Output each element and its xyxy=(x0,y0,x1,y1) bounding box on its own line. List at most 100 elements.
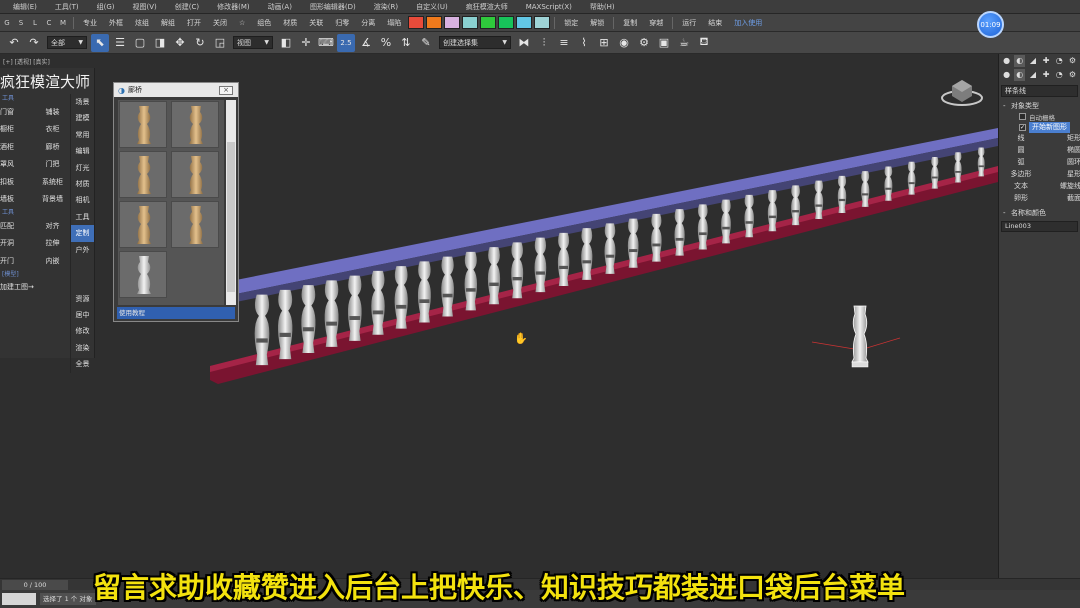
render-frame-icon[interactable]: ▣ xyxy=(655,34,673,52)
rect-selection-icon[interactable]: ▢ xyxy=(131,34,149,52)
window-crossing-icon[interactable]: ◨ xyxy=(151,34,169,52)
category-tab[interactable]: 修改 xyxy=(71,323,94,339)
quick-letter-c[interactable]: C xyxy=(42,19,56,27)
select-object-icon[interactable]: ⬉ xyxy=(91,33,109,52)
quick-btn-d0[interactable]: 复制 xyxy=(617,18,643,28)
join-link[interactable]: 加入使用 xyxy=(728,18,768,28)
category-tab-icon[interactable]: ◢ xyxy=(1027,69,1038,81)
shape-button[interactable]: 线 xyxy=(1001,133,1041,144)
color-swatch-1[interactable] xyxy=(426,16,443,29)
menu-item-7[interactable]: 图形编辑器(D) xyxy=(301,0,365,14)
view-cube[interactable] xyxy=(941,80,983,106)
tool-button[interactable]: 门窗 xyxy=(0,107,35,117)
scrollbar-thumb[interactable] xyxy=(227,142,235,292)
panel-tab-icon[interactable]: ◐ xyxy=(1014,55,1026,67)
menu-item-2[interactable]: 组(G) xyxy=(88,0,124,14)
pivot-icon[interactable]: ◧ xyxy=(277,34,295,52)
panel-tab-icon[interactable]: ✚ xyxy=(1041,55,1052,67)
shape-button[interactable]: 卵形 xyxy=(1001,193,1041,204)
named-selection-dropdown[interactable]: 创建选择集 ▼ xyxy=(439,36,511,49)
manipulate-icon[interactable]: ✛ xyxy=(297,34,315,52)
quick-btn-a3[interactable]: 解组 xyxy=(155,18,181,28)
category-tab[interactable]: 资源 xyxy=(71,291,94,307)
baluster-thumbnail[interactable] xyxy=(119,151,167,198)
auto-grid-checkbox[interactable]: 自动栅格 xyxy=(999,111,1080,122)
panel-tab-icon[interactable]: ● xyxy=(1001,55,1012,67)
shape-button[interactable]: 星形 xyxy=(1041,169,1080,180)
tool-button[interactable]: 对齐 xyxy=(35,221,70,231)
tool-button[interactable]: 罩风 xyxy=(0,159,35,169)
color-swatch-4[interactable] xyxy=(480,16,497,29)
category-tab[interactable]: 材质 xyxy=(71,176,94,192)
edit-named-sets-icon[interactable]: ✎ xyxy=(417,34,435,52)
viewport-label[interactable]: [+] [透视] [真实] xyxy=(3,57,50,66)
tool-button[interactable]: 内嵌 xyxy=(35,256,70,266)
menu-item-6[interactable]: 动画(A) xyxy=(259,0,301,14)
category-tab-icon[interactable]: ◔ xyxy=(1054,69,1065,81)
name-color-rollout[interactable]: - 名称和颜色 xyxy=(999,208,1080,218)
quick-letter-g[interactable]: G xyxy=(0,19,14,27)
shape-button[interactable]: 弧 xyxy=(1001,157,1041,168)
menu-item-10[interactable]: 疯狂模渲大师 xyxy=(457,0,517,14)
quick-btn-e0[interactable]: 运行 xyxy=(676,18,702,28)
shape-button[interactable]: 截面 xyxy=(1041,193,1080,204)
tool-button[interactable]: 衣柜 xyxy=(35,124,70,134)
menu-item-9[interactable]: 自定义(U) xyxy=(407,0,457,14)
percent-snap-icon[interactable]: % xyxy=(377,34,395,52)
menu-item-1[interactable]: 工具(T) xyxy=(46,0,88,14)
tool-button[interactable]: 背景墙 xyxy=(35,194,70,204)
material-editor-icon[interactable]: ◉ xyxy=(615,34,633,52)
shape-type-dropdown[interactable]: 样条线 xyxy=(1001,85,1078,97)
curve-editor-icon[interactable]: ⌇ xyxy=(575,34,593,52)
tool-button[interactable]: 拉伸 xyxy=(35,238,70,248)
render-production-icon[interactable]: ⛾ xyxy=(695,34,713,52)
dialog-scrollbar[interactable] xyxy=(226,100,236,305)
tool-button[interactable]: 系统柜 xyxy=(35,177,70,187)
baluster-thumbnail[interactable] xyxy=(119,101,167,148)
quick-btn-a0[interactable]: 专业 xyxy=(77,18,103,28)
tool-button[interactable]: 墙板 xyxy=(0,194,35,204)
color-swatch-2[interactable] xyxy=(444,16,461,29)
render-icon[interactable]: ☕ xyxy=(675,34,693,52)
category-tab[interactable]: 工具 xyxy=(71,209,94,225)
quick-btn-d1[interactable]: 穿越 xyxy=(643,18,669,28)
construction-drawing-link[interactable]: 加建工图→ xyxy=(0,279,70,295)
snap-toggle-icon[interactable]: 2.5 xyxy=(337,33,355,52)
quick-btn-e1[interactable]: 结束 xyxy=(702,18,728,28)
menu-item-0[interactable]: 编辑(E) xyxy=(4,0,46,14)
menu-item-4[interactable]: 创建(C) xyxy=(166,0,208,14)
color-swatch-3[interactable] xyxy=(462,16,479,29)
scale-icon[interactable]: ◲ xyxy=(211,34,229,52)
panel-tab-icon[interactable]: ◢ xyxy=(1027,55,1038,67)
color-swatch-7[interactable] xyxy=(534,16,551,29)
quick-btn-a4[interactable]: 打开 xyxy=(181,18,207,28)
quick-btn-a5[interactable]: 关闭 xyxy=(207,18,233,28)
quick-letter-l[interactable]: L xyxy=(28,19,42,27)
move-icon[interactable]: ✥ xyxy=(171,34,189,52)
start-new-shape-checkbox[interactable]: ✓ 开始新图形 xyxy=(999,122,1080,133)
quick-btn-b2[interactable]: 关联 xyxy=(303,18,329,28)
category-tab[interactable]: 场景 xyxy=(71,94,94,110)
schematic-view-icon[interactable]: ⊞ xyxy=(595,34,613,52)
quick-btn-b3[interactable]: 归零 xyxy=(329,18,355,28)
category-tab-icon[interactable]: ✚ xyxy=(1041,69,1052,81)
panel-tab-icon[interactable]: ⚙ xyxy=(1067,55,1078,67)
color-swatch-0[interactable] xyxy=(408,16,425,29)
color-swatch-5[interactable] xyxy=(498,16,515,29)
spinner-snap-icon[interactable]: ⇅ xyxy=(397,34,415,52)
keyboard-shortcut-icon[interactable]: ⌨ xyxy=(317,34,335,52)
category-tab[interactable]: 常用 xyxy=(71,127,94,143)
shape-button[interactable]: 圆环 xyxy=(1041,157,1080,168)
category-tab[interactable]: 户外 xyxy=(71,242,94,258)
category-tab-icon[interactable]: ● xyxy=(1001,69,1012,81)
time-slider-thumb[interactable]: 0 / 100 xyxy=(2,580,68,590)
tool-button[interactable]: 开洞 xyxy=(0,238,35,248)
shape-button[interactable]: 矩形 xyxy=(1041,133,1080,144)
quick-btn-b1[interactable]: 材质 xyxy=(277,18,303,28)
quick-btn-c0[interactable]: 锁定 xyxy=(558,18,584,28)
panel-tab-icon[interactable]: ◔ xyxy=(1054,55,1065,67)
close-button[interactable]: × xyxy=(219,85,233,95)
object-type-rollout[interactable]: - 对象类型 xyxy=(999,101,1080,111)
quick-btn-b4[interactable]: 分离 xyxy=(355,18,381,28)
shape-button[interactable]: 椭圆 xyxy=(1041,145,1080,156)
